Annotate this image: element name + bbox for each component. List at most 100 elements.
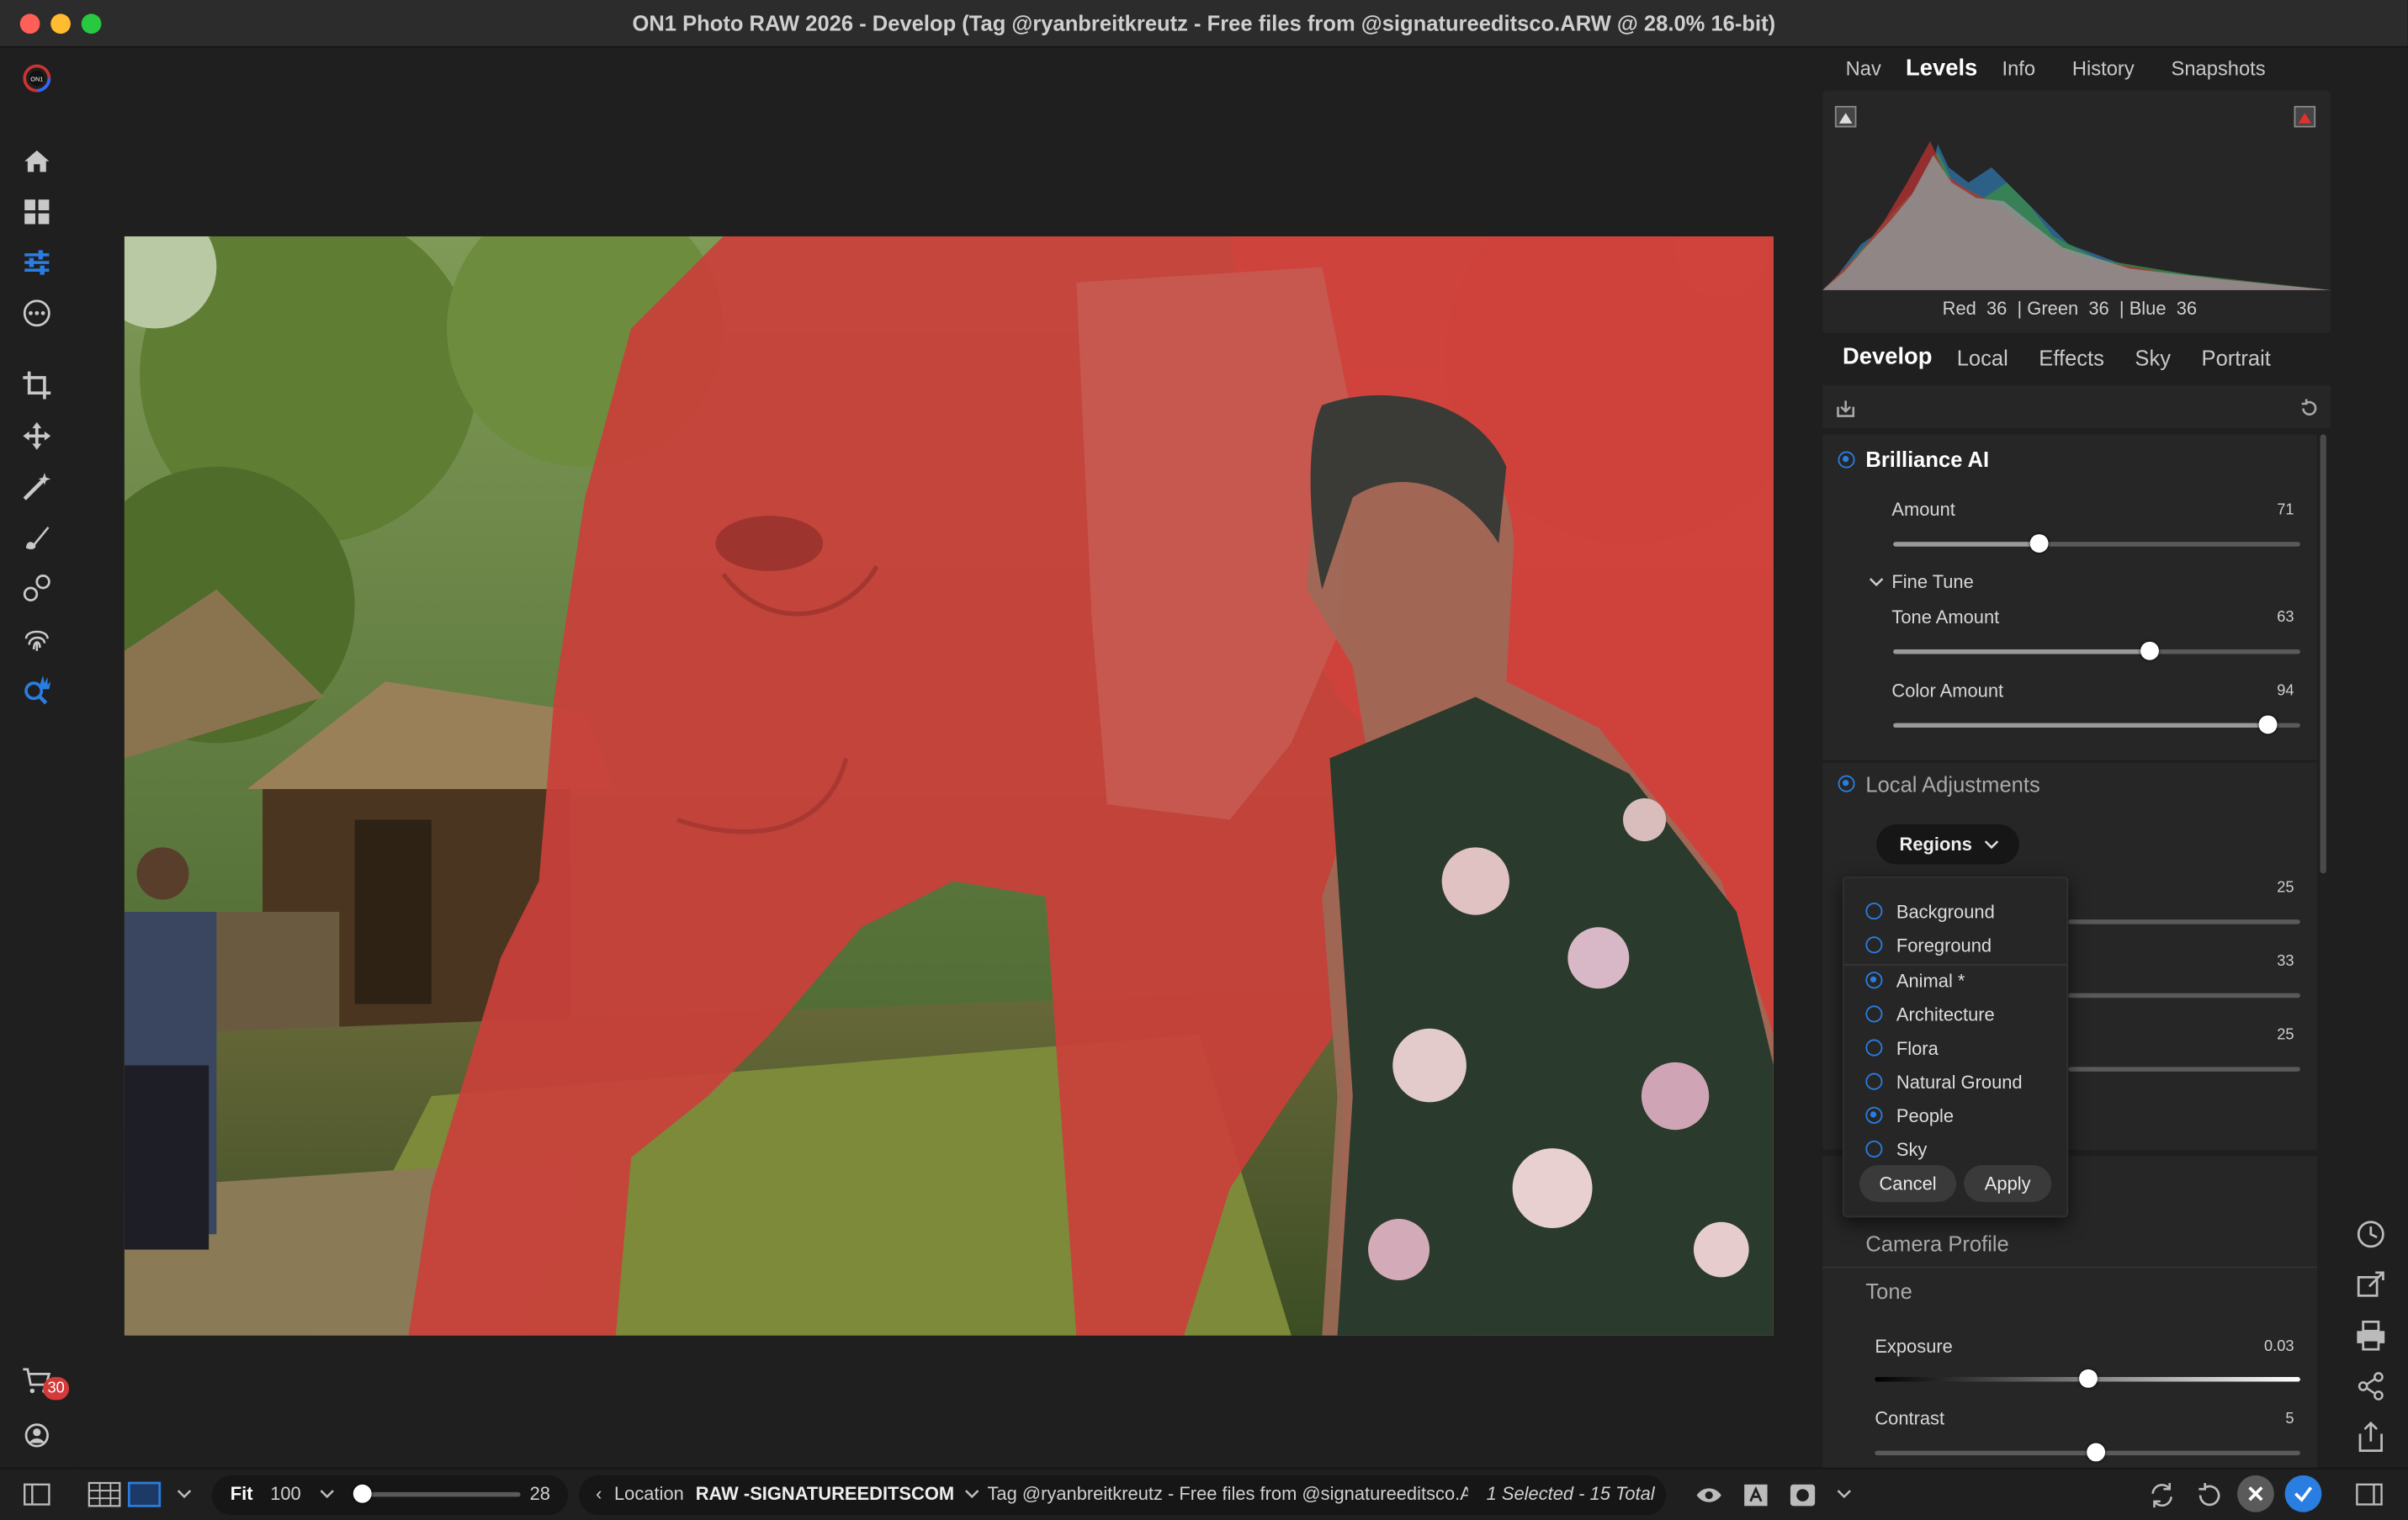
magic-wand-icon[interactable] [19, 469, 56, 506]
tone-amount-label: Tone Amount [1891, 606, 2000, 628]
camera-profile-title[interactable]: Camera Profile [1865, 1231, 2008, 1256]
region-radio [1865, 1039, 1883, 1057]
chevron-down-icon [1984, 840, 1999, 850]
tab-effects[interactable]: Effects [2020, 344, 2116, 372]
search-hand-icon[interactable] [19, 671, 56, 708]
region-radio [1865, 1140, 1883, 1158]
local-slider-1[interactable] [2068, 919, 2300, 924]
right-panel: Nav Levels Info History Snapshots Red 36… [1822, 47, 2334, 1468]
text-overlay-icon[interactable] [1742, 1483, 1769, 1507]
grid-view-icon[interactable] [88, 1481, 121, 1507]
grid-icon[interactable] [19, 193, 56, 230]
thumbnail-size-handle[interactable] [353, 1484, 372, 1503]
back-chevron-icon[interactable]: ‹ [596, 1483, 602, 1505]
color-amount-slider[interactable] [1893, 715, 2300, 734]
panel-scrollbar[interactable] [2320, 434, 2326, 874]
left-toolbar: ON1 30 [0, 47, 74, 1468]
move-icon[interactable] [19, 417, 56, 454]
fingerprint-icon[interactable] [19, 620, 56, 657]
checkmark-icon [2294, 1486, 2313, 1502]
exposure-slider[interactable] [1875, 1369, 2300, 1388]
tab-nav[interactable]: Nav [1833, 56, 1893, 82]
region-radio [1865, 936, 1883, 954]
detail-view-icon[interactable] [127, 1481, 162, 1507]
preset-import-icon[interactable] [1835, 398, 1857, 420]
histogram: Red 36 | Green 36 | Blue 36 [1822, 90, 2331, 334]
apply-button[interactable]: Apply [1964, 1165, 2052, 1202]
tab-history[interactable]: History [2048, 56, 2147, 82]
zoom-100-button[interactable]: 100 [270, 1483, 301, 1505]
highlight-clip-icon[interactable] [2294, 105, 2316, 128]
brilliance-ai-panel [1822, 434, 2317, 760]
tab-levels[interactable]: Levels [1893, 56, 1989, 82]
undo-icon[interactable] [2194, 1481, 2222, 1509]
tab-sky[interactable]: Sky [2117, 344, 2183, 372]
app-logo-icon[interactable]: ON1 [19, 60, 56, 97]
right-panel-toggle-icon[interactable] [2356, 1483, 2384, 1506]
crop-icon[interactable] [19, 367, 56, 404]
tab-local[interactable]: Local [1944, 344, 2020, 372]
apply-edit-button[interactable] [2284, 1475, 2322, 1512]
photo-canvas[interactable] [124, 236, 1774, 1336]
ai-export-icon[interactable] [2354, 1268, 2388, 1301]
local-adjustments-title: Local Adjustments [1865, 771, 2040, 797]
home-icon[interactable] [19, 143, 56, 180]
cancel-edit-button[interactable] [2237, 1475, 2274, 1512]
regions-dropdown[interactable]: Regions [1876, 824, 2019, 865]
blend-icon[interactable] [19, 569, 56, 606]
fit-button[interactable]: Fit [231, 1483, 253, 1505]
tone-amount-slider-handle[interactable] [2140, 641, 2159, 660]
account-icon[interactable] [19, 1417, 56, 1454]
tab-info[interactable]: Info [1990, 56, 2048, 82]
tab-portrait[interactable]: Portrait [2183, 344, 2283, 372]
contrast-slider-handle[interactable] [2087, 1443, 2106, 1462]
region-radio [1865, 1005, 1883, 1023]
eye-icon[interactable] [1695, 1485, 1723, 1507]
region-radio [1865, 972, 1883, 989]
export-icon[interactable] [2354, 1420, 2388, 1454]
contrast-slider[interactable] [1875, 1443, 2300, 1462]
histogram-readout: Red 36 | Green 36 | Blue 36 [1942, 298, 2198, 320]
shadow-clip-icon[interactable] [1834, 105, 1857, 128]
more-icon[interactable] [19, 294, 56, 331]
thumbnail-size-value: 28 [529, 1482, 551, 1505]
amount-value: 71 [2277, 501, 2294, 519]
amount-label: Amount [1891, 499, 1955, 521]
tab-develop[interactable]: Develop [1830, 344, 1944, 372]
local-slider-2[interactable] [2068, 993, 2300, 998]
local-value-2: 33 [2277, 953, 2294, 971]
print-icon[interactable] [2354, 1319, 2388, 1353]
chevron-down-icon[interactable] [320, 1487, 335, 1500]
cart-badge: 30 [43, 1377, 70, 1401]
tone-title[interactable]: Tone [1865, 1279, 1912, 1303]
share-icon[interactable] [2354, 1369, 2388, 1403]
top-tabs: Nav Levels Info History Snapshots [1833, 56, 2278, 82]
brush-icon[interactable] [19, 519, 56, 556]
brilliance-toggle[interactable] [1838, 451, 1855, 469]
left-panel-toggle-icon[interactable] [23, 1483, 50, 1506]
mask-view-icon[interactable] [1789, 1483, 1817, 1507]
amount-slider[interactable] [1893, 534, 2300, 553]
color-amount-slider-handle[interactable] [2258, 715, 2278, 734]
exposure-value: 0.03 [2264, 1338, 2294, 1356]
chevron-down-icon[interactable] [1869, 575, 1884, 590]
sliders-icon[interactable] [19, 244, 56, 281]
fine-tune-label[interactable]: Fine Tune [1891, 571, 1973, 593]
location-label: Location [614, 1482, 684, 1505]
reset-icon[interactable] [2299, 398, 2320, 420]
local-adjustments-toggle[interactable] [1838, 775, 1855, 792]
file-name: Tag @ryanbreitkreutz - Free files from @… [987, 1482, 1468, 1505]
chevron-down-icon[interactable] [1837, 1487, 1852, 1500]
local-slider-3[interactable] [2068, 1067, 2300, 1072]
location-value[interactable]: RAW -SIGNATUREEDITSCOM [696, 1483, 954, 1505]
thumbnail-size-slider[interactable] [353, 1484, 521, 1503]
tone-amount-value: 63 [2277, 609, 2294, 627]
tone-amount-slider[interactable] [1893, 641, 2300, 660]
history-brush-icon[interactable] [2354, 1217, 2388, 1251]
cancel-button[interactable]: Cancel [1859, 1165, 1957, 1202]
exposure-slider-handle[interactable] [2078, 1369, 2098, 1388]
tab-snapshots[interactable]: Snapshots [2146, 56, 2278, 82]
sync-icon[interactable] [2148, 1481, 2176, 1509]
chevron-down-icon[interactable] [177, 1487, 192, 1500]
chevron-down-icon[interactable] [964, 1487, 979, 1500]
